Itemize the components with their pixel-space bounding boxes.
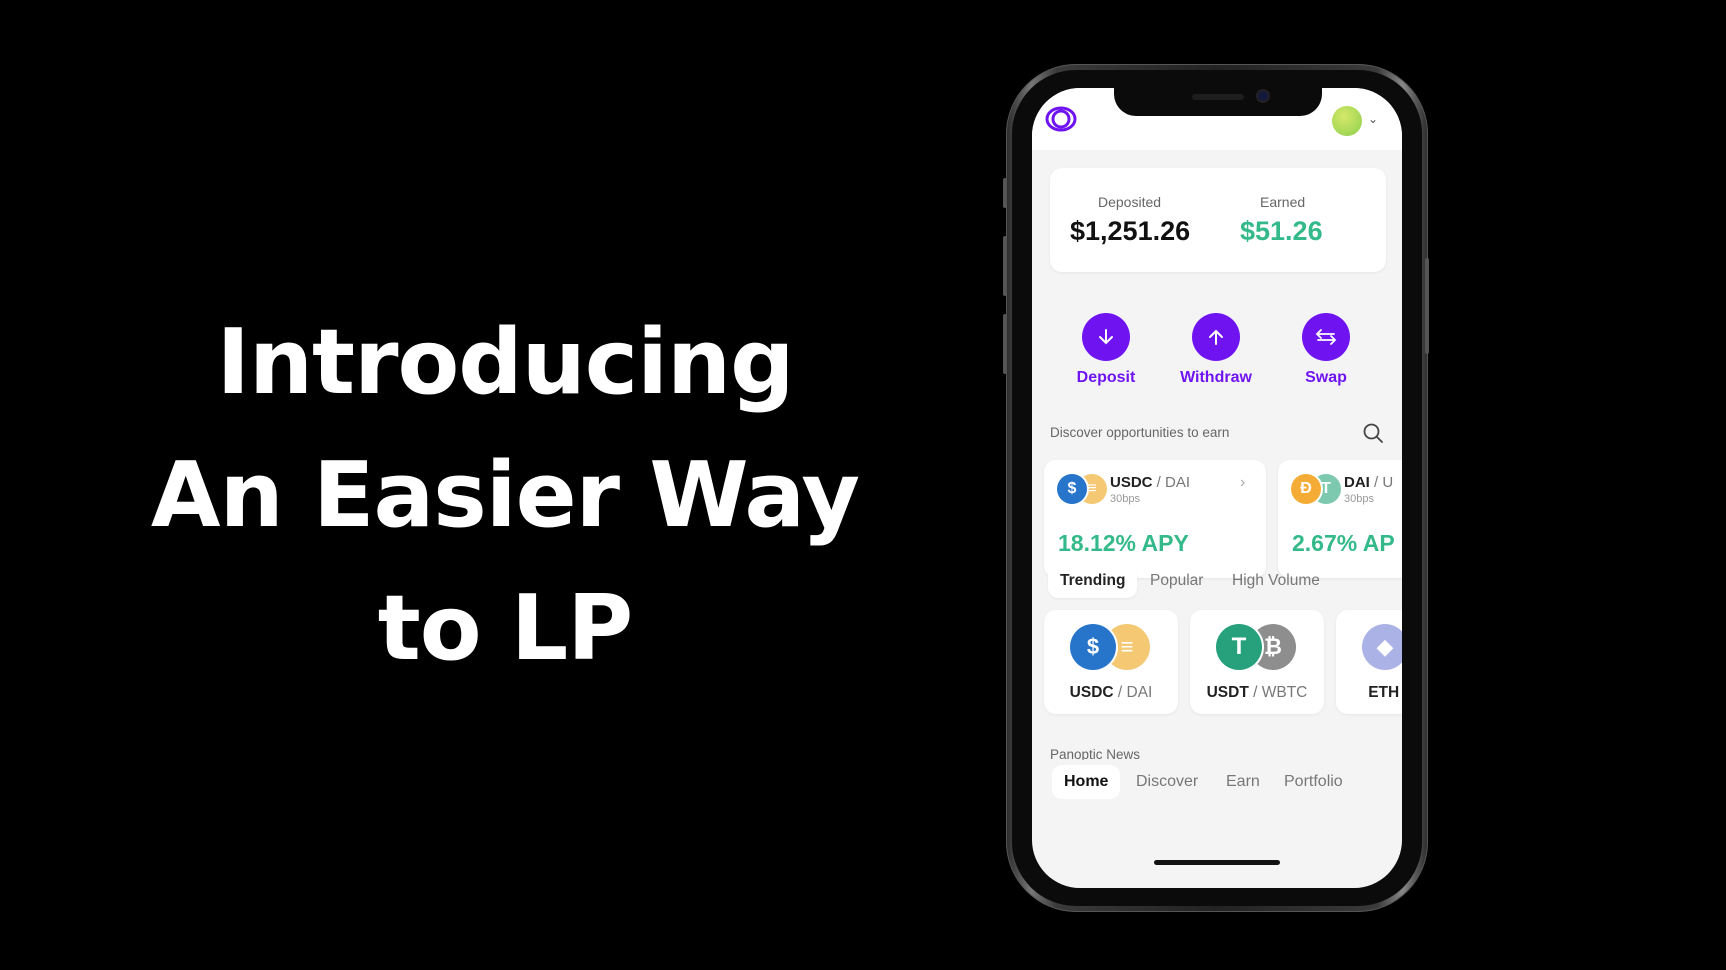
nav-home[interactable]: Home bbox=[1052, 765, 1121, 799]
volume-down-button bbox=[1003, 314, 1007, 374]
earned-label: Earned bbox=[1260, 194, 1306, 210]
nav-discover[interactable]: Discover bbox=[1124, 765, 1210, 799]
volume-up-button bbox=[1003, 236, 1007, 296]
pool-fee: 30bps bbox=[1110, 493, 1140, 505]
withdraw-button[interactable]: Withdraw bbox=[1171, 313, 1261, 387]
usdt-icon: T bbox=[1216, 624, 1262, 670]
notch bbox=[1114, 86, 1322, 116]
earned-value: $51.26 bbox=[1240, 216, 1323, 246]
pool-pair: DAI / U bbox=[1344, 474, 1393, 491]
tab-trending[interactable]: Trending bbox=[1048, 564, 1138, 598]
tile-quote: / WBTC bbox=[1248, 684, 1308, 701]
tab-high-volume[interactable]: High Volume bbox=[1220, 564, 1332, 598]
nav-earn[interactable]: Earn bbox=[1214, 765, 1272, 799]
pool-apy: 18.12% APY bbox=[1058, 530, 1189, 556]
deposited-value: $1,251.26 bbox=[1070, 216, 1191, 246]
headline-line-3: to LP bbox=[377, 576, 634, 681]
pool-base: DAI bbox=[1344, 474, 1370, 491]
swap-label: Swap bbox=[1305, 369, 1347, 386]
trending-tile-usdt-wbtc[interactable]: T ₿ USDT / WBTC bbox=[1190, 610, 1324, 714]
pool-apy: 2.67% AP bbox=[1292, 530, 1395, 556]
tab-popular[interactable]: Popular bbox=[1138, 564, 1215, 598]
avatar[interactable] bbox=[1332, 106, 1362, 136]
trending-tile-eth[interactable]: ◆ ETH / bbox=[1336, 610, 1402, 714]
tile-quote: / DAI bbox=[1113, 684, 1153, 701]
discover-label: Discover opportunities to earn bbox=[1050, 425, 1230, 440]
tile-base: USDT bbox=[1206, 684, 1249, 701]
tile-label: USDT / WBTC bbox=[1190, 684, 1324, 702]
silent-switch bbox=[1003, 178, 1007, 208]
arrow-up-icon bbox=[1192, 313, 1240, 361]
pool-base: USDC bbox=[1110, 474, 1153, 491]
deposited-label: Deposited bbox=[1098, 194, 1162, 210]
pool-quote: / DAI bbox=[1152, 474, 1191, 491]
pool-card-usdc-dai[interactable]: $ ≡ USDC / DAI 30bps › 18.12% APY bbox=[1044, 460, 1266, 578]
bottom-nav: Home Discover Earn Portfolio bbox=[1032, 760, 1402, 820]
withdraw-label: Withdraw bbox=[1180, 369, 1252, 386]
tile-label: USDC / DAI bbox=[1044, 684, 1178, 702]
pool-fee: 30bps bbox=[1344, 493, 1374, 505]
arrow-down-icon bbox=[1082, 313, 1130, 361]
speaker bbox=[1192, 94, 1244, 100]
front-camera bbox=[1258, 91, 1268, 101]
headline-line-2: An Easier Way bbox=[150, 443, 860, 548]
swap-icon bbox=[1302, 313, 1350, 361]
dai-icon: Ð bbox=[1291, 474, 1321, 504]
headline-line-1: Introducing bbox=[216, 310, 795, 415]
power-button bbox=[1425, 258, 1429, 354]
headline: Introducing An Easier Way to LP bbox=[120, 296, 890, 695]
eth-icon: ◆ bbox=[1362, 624, 1402, 670]
home-indicator bbox=[1154, 860, 1280, 865]
pool-pair: USDC / DAI bbox=[1110, 474, 1190, 491]
tile-base: USDC bbox=[1069, 684, 1114, 701]
tile-quote: / bbox=[1399, 684, 1402, 701]
panoptic-logo-icon[interactable] bbox=[1044, 106, 1078, 132]
pool-quote: / U bbox=[1369, 474, 1394, 491]
search-icon[interactable] bbox=[1362, 422, 1384, 444]
trending-tile-usdc-dai[interactable]: $ ≡ USDC / DAI bbox=[1044, 610, 1178, 714]
tile-base: ETH bbox=[1368, 684, 1400, 701]
chevron-right-icon: › bbox=[1240, 474, 1246, 491]
usdc-icon: $ bbox=[1057, 474, 1087, 504]
deposit-label: Deposit bbox=[1076, 369, 1136, 386]
usdc-icon: $ bbox=[1070, 624, 1116, 670]
chevron-down-icon[interactable]: ⌄ bbox=[1368, 112, 1378, 126]
pool-card-dai[interactable]: Ð T DAI / U 30bps 2.67% AP bbox=[1278, 460, 1402, 578]
nav-portfolio[interactable]: Portfolio bbox=[1272, 765, 1355, 799]
deposit-button[interactable]: Deposit bbox=[1061, 313, 1151, 387]
balance-card: Deposited $1,251.26 Earned $51.26 bbox=[1050, 168, 1386, 272]
swap-button[interactable]: Swap bbox=[1281, 313, 1371, 387]
tile-label: ETH / bbox=[1306, 684, 1402, 702]
app-screen: ⌄ Deposited $1,251.26 Earned $51.26 Depo… bbox=[1032, 88, 1402, 888]
